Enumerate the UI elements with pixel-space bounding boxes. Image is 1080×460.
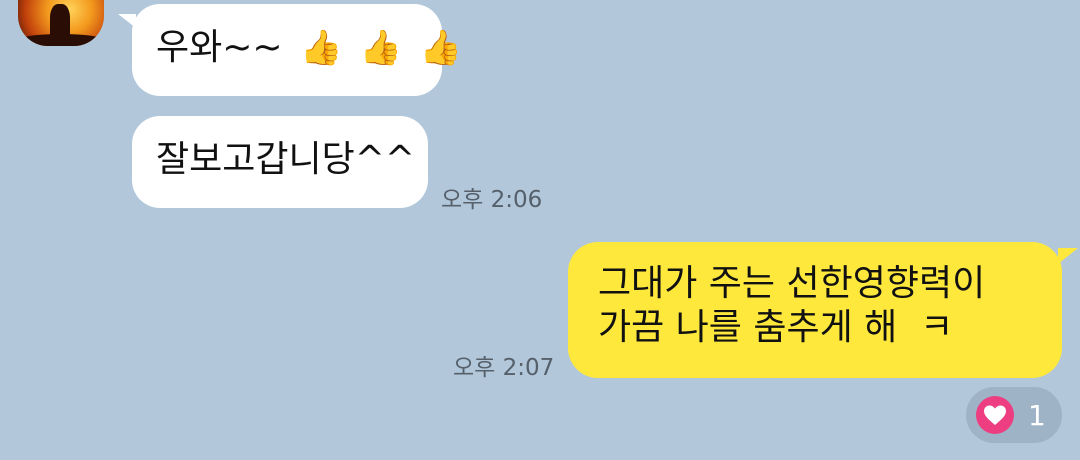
sender-avatar[interactable] <box>18 0 104 46</box>
outgoing-message-bubble[interactable]: 그대가 주는 선한영향력이 가끔 나를 춤추게 해 ㅋ <box>568 242 1078 378</box>
lion-silhouette <box>50 4 70 38</box>
avatar-rock <box>18 34 104 46</box>
thumbs-up-icon: 👍 <box>300 28 343 68</box>
message-text: 잘보고갑니당^^ <box>156 139 416 180</box>
reaction-count: 1 <box>1028 398 1046 432</box>
heart-icon <box>976 396 1014 434</box>
message-text-line: 그대가 주는 선한영향력이 <box>598 263 986 304</box>
reaction-badge[interactable]: 1 <box>966 387 1062 443</box>
thumbs-up-icon: 👍 <box>419 28 462 68</box>
message-text: 우와~~ <box>156 27 283 68</box>
incoming-message-bubble[interactable]: 잘보고갑니당^^ <box>132 116 428 208</box>
thumbs-up-icon: 👍 <box>359 28 403 68</box>
message-text-line: 가끔 나를 춤추게 해 ㅋ <box>598 307 954 348</box>
message-timestamp: 오후 2:07 <box>453 355 555 381</box>
message-timestamp: 오후 2:06 <box>441 187 543 213</box>
incoming-message-bubble[interactable]: 우와~~ 👍 👍 👍 <box>118 4 462 96</box>
